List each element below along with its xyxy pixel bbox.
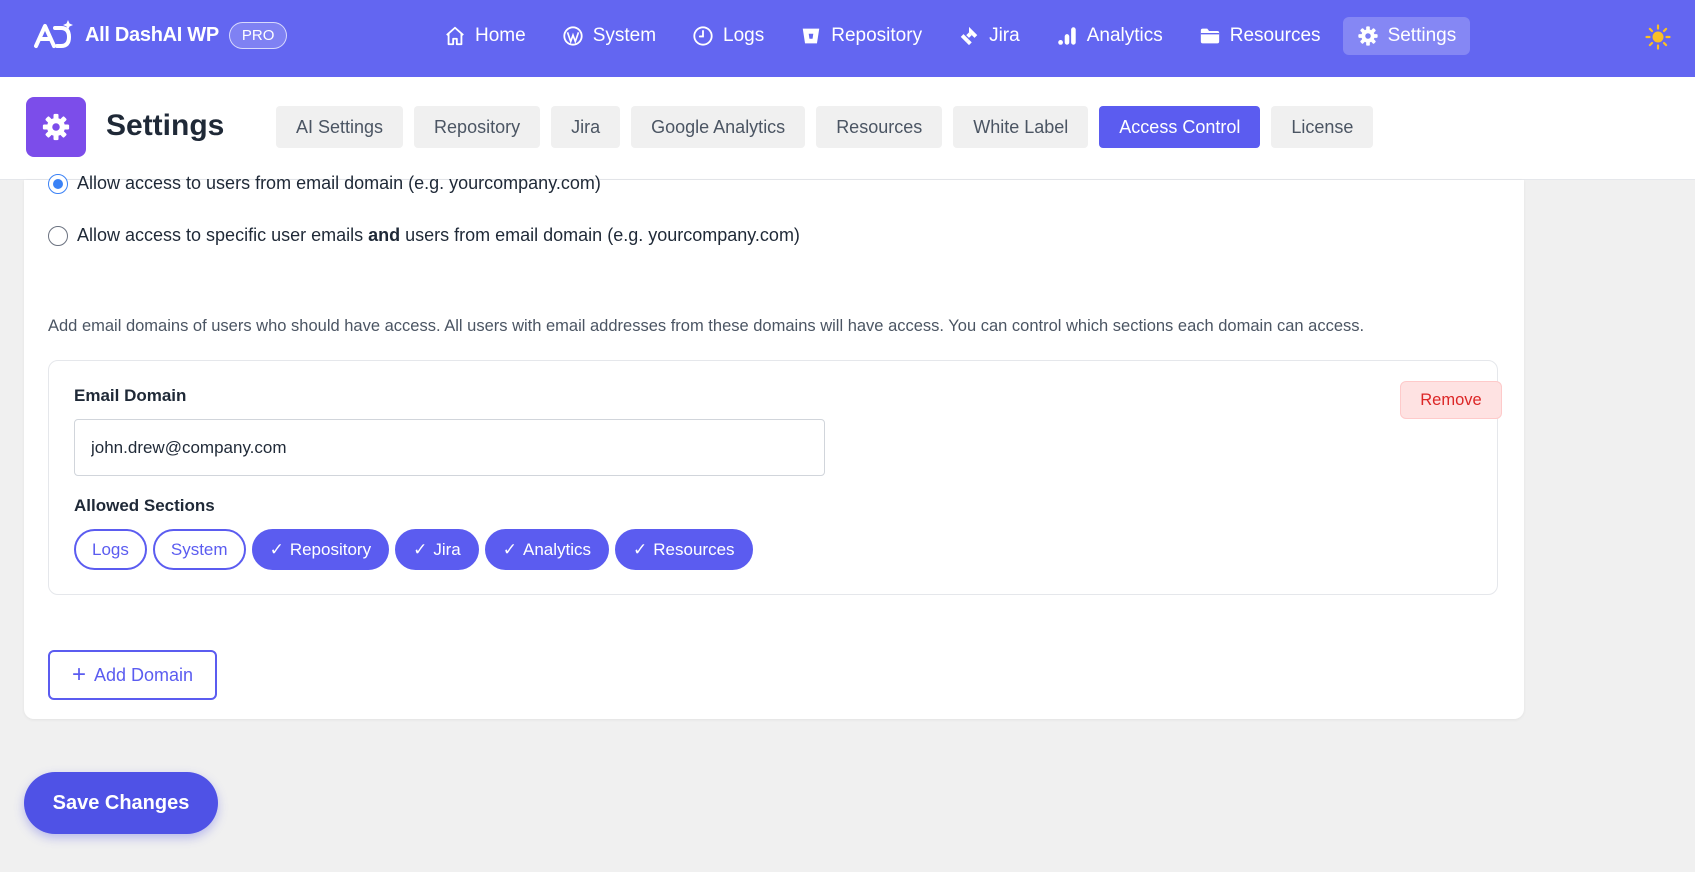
nav-logs[interactable]: Logs [678, 17, 778, 55]
nav-jira-label: Jira [989, 25, 1020, 46]
check-icon: ✓ [413, 539, 428, 559]
nav-repository-label: Repository [831, 25, 923, 46]
section-chip-logs[interactable]: Logs [74, 529, 147, 570]
brand[interactable]: All DashAI WP PRO [33, 18, 288, 52]
app-name: All DashAI WP [85, 23, 219, 46]
nav-resources-label: Resources [1229, 25, 1321, 46]
radio-domain-only[interactable] [48, 173, 68, 194]
option-domain-only[interactable]: Allow access to users from email domain … [48, 173, 601, 194]
plus-icon: + [71, 661, 86, 688]
nav-settings-label: Settings [1387, 25, 1457, 46]
tab-white-label[interactable]: White Label [953, 106, 1089, 148]
email-domain-input[interactable] [74, 419, 825, 476]
check-icon: ✓ [269, 539, 284, 559]
save-changes-button[interactable]: Save Changes [24, 772, 218, 834]
settings-badge [26, 97, 86, 157]
tab-resources[interactable]: Resources [816, 106, 943, 148]
nav-settings[interactable]: Settings [1342, 17, 1471, 55]
option-emails-and-domain-label: Allow access to specific user emails and… [77, 225, 800, 245]
option-emails-and-domain[interactable]: Allow access to specific user emails and… [48, 225, 800, 246]
tab-ai-settings[interactable]: AI Settings [276, 106, 404, 148]
email-domain-label: Email Domain [74, 386, 187, 405]
sun-icon[interactable] [1645, 24, 1671, 50]
tab-repository[interactable]: Repository [414, 106, 541, 148]
tab-access-control[interactable]: Access Control [1099, 106, 1261, 148]
section-chip-jira[interactable]: ✓ Jira [395, 529, 479, 570]
option-domain-only-label: Allow access to users from email domain … [77, 173, 601, 193]
gear-icon [1357, 26, 1378, 46]
domain-entry: Email Domain Remove Allowed Sections Log… [48, 360, 1502, 595]
settings-tabs: AI Settings Repository Jira Google Analy… [276, 106, 1384, 148]
folder-icon [1200, 28, 1219, 44]
remove-domain-button[interactable]: Remove [1400, 381, 1502, 419]
tab-jira[interactable]: Jira [551, 106, 621, 148]
nav-jira[interactable]: Jira [944, 17, 1034, 55]
nav-analytics-label: Analytics [1086, 25, 1163, 46]
tab-license[interactable]: License [1271, 106, 1374, 148]
nav-system[interactable]: System [548, 17, 670, 55]
app-logo-icon [34, 20, 73, 48]
clock-icon [693, 26, 713, 46]
section-chip-resources[interactable]: ✓ Resources [615, 529, 753, 570]
add-domain-button[interactable]: + Add Domain [48, 650, 217, 700]
footer-strip [0, 872, 1695, 879]
check-icon: ✓ [633, 539, 648, 559]
jira-icon [960, 26, 978, 46]
wordpress-icon [563, 26, 583, 46]
page-title: Settings [106, 109, 225, 142]
nav-home-label: Home [475, 25, 526, 46]
nav-system-label: System [592, 25, 657, 46]
access-control-card: Allow access to users from email domain … [24, 173, 1524, 719]
radio-emails-and-domain[interactable] [48, 225, 68, 246]
top-navbar: All DashAI WP PRO Home System Logs Repos… [0, 0, 1695, 77]
nav-repository[interactable]: Repository [786, 17, 936, 55]
nav-home[interactable]: Home [430, 17, 540, 55]
domains-help-text: Add email domains of users who should ha… [48, 317, 1365, 335]
check-icon: ✓ [502, 539, 517, 559]
bitbucket-icon [803, 28, 820, 44]
nav-resources[interactable]: Resources [1185, 17, 1335, 55]
gear-icon [42, 113, 70, 141]
section-chip-analytics[interactable]: ✓ Analytics [484, 529, 610, 570]
allowed-sections: Logs System ✓ Repository ✓ Jira ✓ Analytics… [74, 529, 759, 570]
add-domain-label: Add Domain [93, 664, 194, 685]
bar-chart-icon [1057, 27, 1076, 45]
section-chip-repository[interactable]: ✓ Repository [251, 529, 390, 570]
allowed-sections-label: Allowed Sections [74, 496, 215, 515]
pro-badge: PRO [228, 21, 288, 49]
settings-header: Settings AI Settings Repository Jira Goo… [0, 77, 1695, 180]
tab-google-analytics[interactable]: Google Analytics [631, 106, 806, 148]
nav-analytics[interactable]: Analytics [1042, 17, 1177, 55]
nav-logs-label: Logs [723, 25, 765, 46]
home-icon [446, 26, 464, 46]
main-nav: Home System Logs Repository Jira Analyti… [430, 17, 1478, 55]
section-chip-system[interactable]: System [152, 529, 246, 570]
